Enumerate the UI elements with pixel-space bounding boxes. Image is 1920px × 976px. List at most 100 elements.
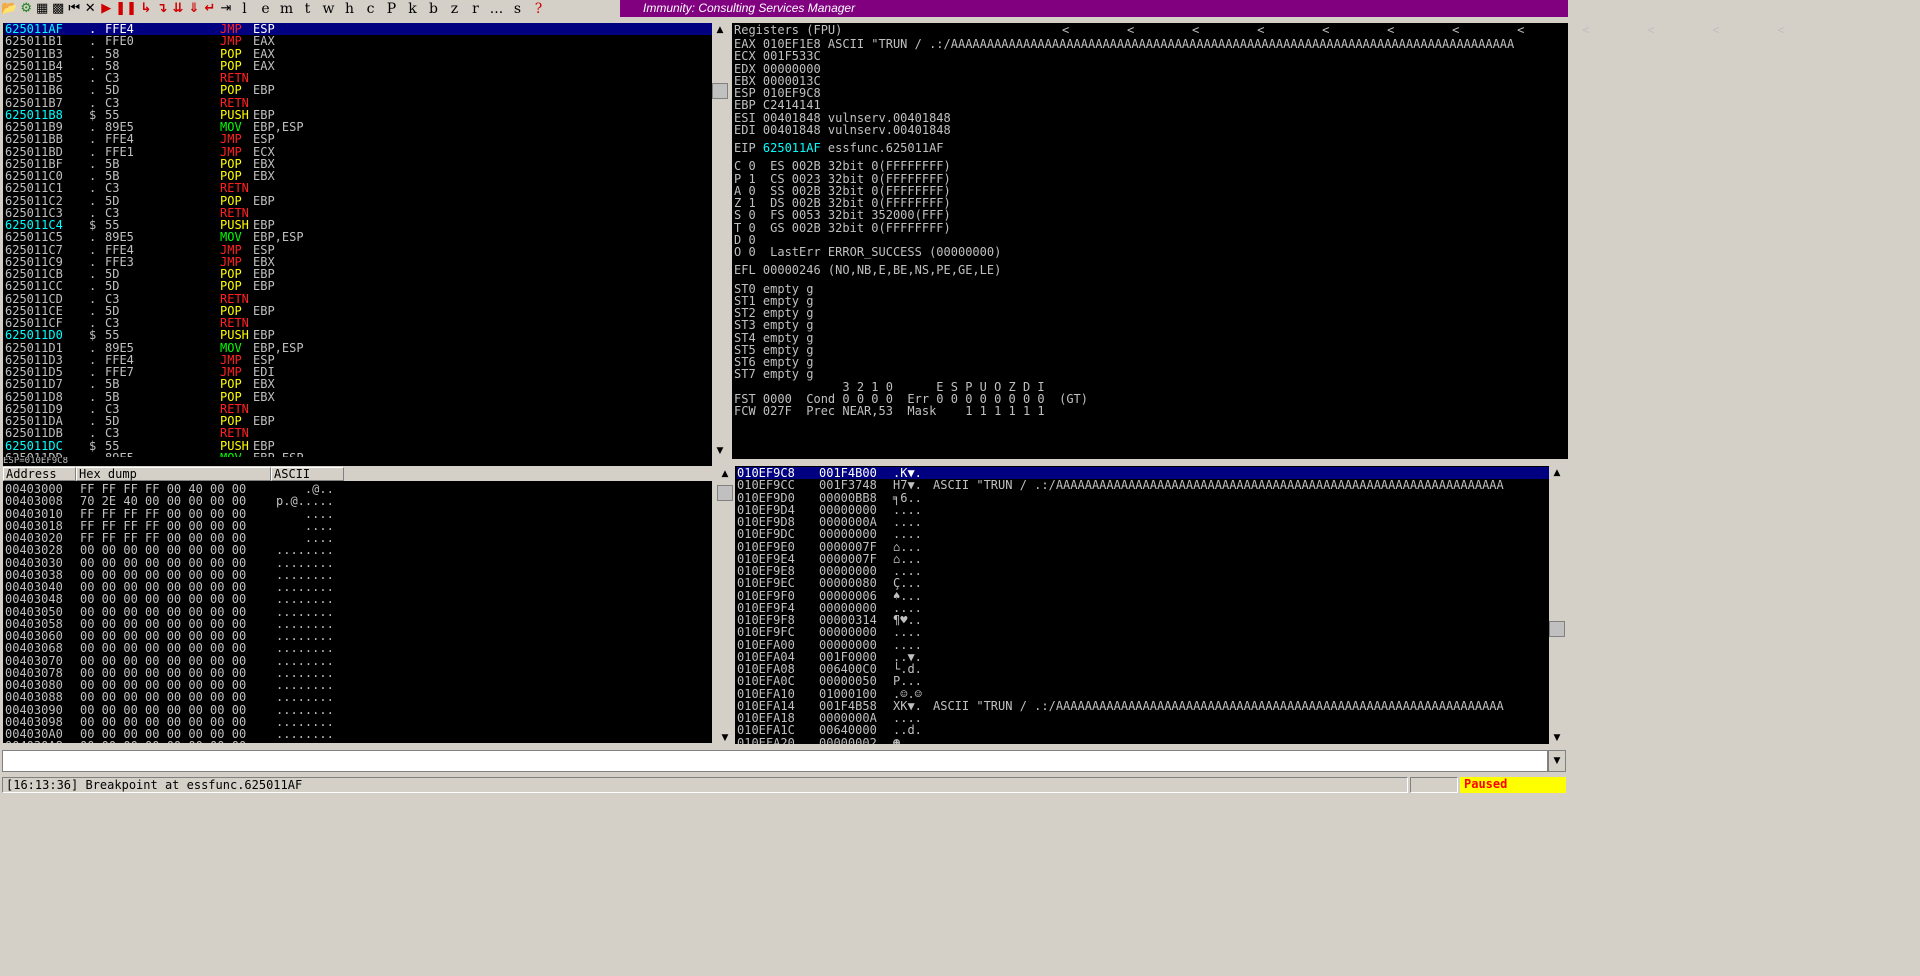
dump-scrollbar[interactable]: ▲ ▼	[717, 467, 733, 745]
toolbar-window-c[interactable]: c	[361, 1, 380, 17]
stack-row[interactable]: 010EF9EC 00000080 Ç...	[737, 577, 1549, 590]
trace-into-icon[interactable]: ⇊	[171, 1, 185, 16]
stack-row[interactable]: 010EF9D0 00000BB8 ╕6..	[737, 491, 1549, 504]
stack-row[interactable]: 010EFA0C 00000050 P...	[737, 675, 1549, 688]
dump-address: 004030A8	[5, 740, 63, 743]
stack-row[interactable]: 010EF9F0 00000006 ♠...	[737, 589, 1549, 602]
disasm-row[interactable]: 625011D1. 89E5 MOV EBP,ESP	[5, 340, 712, 355]
toolbar-window-b[interactable]: b	[424, 1, 443, 17]
disasm-row[interactable]: 625011DB. C3 RETN	[5, 427, 712, 440]
restart-icon[interactable]: ⚙	[19, 1, 33, 16]
register-line: EBP C2414141	[734, 98, 821, 113]
toolbar-window-help[interactable]: ?	[529, 1, 548, 17]
stack-row[interactable]: 010EF9FC 00000000....	[737, 626, 1549, 639]
run-icon[interactable]: ▶	[99, 1, 113, 16]
step-over-icon[interactable]: ↴	[155, 1, 169, 16]
dump-hex: 00 00 00 00 00 00 00 00	[80, 592, 247, 607]
toolbar-window-m[interactable]: m	[277, 1, 296, 17]
memory-icon[interactable]: ▦	[35, 1, 49, 16]
dump-address: 00403068	[5, 641, 63, 656]
scroll-thumb[interactable]	[1549, 621, 1565, 637]
dump-address: 00403048	[5, 592, 63, 607]
flag-segment-line: P 1 CS 0023 32bit 0(FFFFFFFF)	[734, 171, 951, 186]
dump-ascii: ........	[276, 555, 334, 570]
go-to-icon[interactable]: ⇥	[219, 1, 233, 16]
disasm-row[interactable]: 625011CD. C3 RETN	[5, 292, 712, 305]
dump-col-hex[interactable]: Hex dump	[76, 467, 271, 481]
stack-address: 010EFA00	[737, 637, 795, 652]
disasm-row[interactable]: 625011CC. 5D POP EBP	[5, 280, 712, 293]
threads-icon[interactable]: ▩	[51, 1, 65, 16]
disasm-scrollbar[interactable]: ▲ ▼	[712, 23, 728, 458]
disasm-mnemonic: JMP	[220, 132, 242, 147]
scroll-thumb[interactable]	[712, 83, 728, 99]
disasm-row[interactable]: 625011B6. 5D POP EBP	[5, 84, 712, 97]
disasm-row[interactable]: 625011BD. FFE1 JMP ECX	[5, 145, 712, 158]
dump-col-ascii[interactable]: ASCII	[271, 467, 344, 481]
toolbar-window-s[interactable]: s	[508, 1, 527, 17]
disasm-row[interactable]: 625011B7. C3 RETN	[5, 96, 712, 109]
dump-pane[interactable]: 00403000 FF FF FF FF 00 40 00 00 .@.. 0040…	[3, 481, 712, 743]
disasm-row[interactable]: 625011C2. 5D POP EBP	[5, 193, 712, 208]
stack-pane[interactable]: 010EF9C8 001F4B00 .K▼. 010EF9CC 001F3748 H7▼.…	[735, 466, 1549, 744]
scroll-thumb[interactable]	[717, 485, 733, 501]
disasm-row[interactable]: 625011C1. C3 RETN	[5, 182, 712, 195]
disassembly-pane[interactable]: 625011AF. FFE4 JMP ESP 625011B1. FFE0 JMP EAX 62…	[3, 23, 712, 457]
open-icon[interactable]: 📂	[1, 1, 17, 16]
disasm-row[interactable]: 625011B3. 58 POP EAX	[5, 46, 712, 61]
disasm-address: 625011D1	[5, 340, 63, 355]
stack-row[interactable]: 010EFA1C 00640000 ..d.	[737, 724, 1549, 737]
toolbar-window-l[interactable]: l	[235, 1, 254, 17]
disasm-row[interactable]: 625011D8. 5B POP EBX	[5, 390, 712, 403]
stack-row[interactable]: 010EF9E0 0000007F ⌂...	[737, 539, 1549, 554]
scroll-up-icon[interactable]: ▲	[712, 23, 728, 37]
scroll-down-icon[interactable]: ▼	[712, 444, 728, 458]
registers-header[interactable]: Registers (FPU) < < < < < < < < < < < <	[732, 23, 1784, 37]
stack-row[interactable]: 010EFA00 00000000....	[737, 637, 1549, 652]
registers-nav-arrows[interactable]: < < < < < < < < < < < <	[1062, 24, 1784, 37]
toolbar-window-more[interactable]: ...	[487, 1, 506, 17]
command-input[interactable]	[2, 750, 1548, 772]
chevron-down-icon[interactable]: ▼	[1548, 750, 1566, 772]
disasm-row[interactable]: 625011D7. 5B POP EBX	[5, 378, 712, 391]
scroll-up-icon[interactable]: ▲	[1549, 466, 1565, 480]
rewind-icon[interactable]: ⏮	[67, 1, 81, 16]
disasm-row[interactable]: 625011C7. FFE4 JMP ESP	[5, 243, 712, 256]
step-into-icon[interactable]: ↳	[139, 1, 153, 16]
toolbar-window-k[interactable]: k	[403, 1, 422, 17]
toolbar-window-P[interactable]: P	[382, 1, 401, 17]
registers-pane[interactable]: EAX 010EF1E8 ASCII "TRUN / .:/AAAAAAAAAA…	[732, 37, 1568, 459]
execute-till-return-icon[interactable]: ↵	[203, 1, 217, 16]
disasm-row[interactable]: 625011B1. FFE0 JMP EAX	[5, 35, 712, 48]
dump-ascii: ........	[276, 604, 334, 619]
stack-scrollbar[interactable]: ▲ ▼	[1549, 466, 1565, 745]
scroll-down-icon[interactable]: ▼	[1549, 731, 1565, 745]
toolbar-window-h[interactable]: h	[340, 1, 359, 17]
dump-col-address[interactable]: Address	[3, 467, 76, 481]
stack-row[interactable]: 010EFA20 00000002 ☻...	[737, 736, 1549, 744]
dump-ascii: ........	[276, 543, 334, 558]
disasm-row[interactable]: 625011C5. 89E5 MOV EBP,ESP	[5, 231, 712, 244]
toolbar-window-w[interactable]: w	[319, 1, 338, 17]
pause-icon[interactable]: ❚❚	[115, 1, 137, 16]
toolbar-window-r[interactable]: r	[466, 1, 485, 17]
toolbar-window-t[interactable]: t	[298, 1, 317, 17]
disasm-marker: .	[89, 193, 97, 208]
disasm-row[interactable]: 625011BB. FFE4 JMP ESP	[5, 132, 712, 147]
disasm-row[interactable]: 625011DC $55 PUSH EBP	[5, 438, 712, 453]
dump-ascii: ........	[276, 653, 334, 668]
scroll-up-icon[interactable]: ▲	[717, 467, 733, 481]
stack-row[interactable]: 010EF9CC 001F3748 H7▼. ASCII "TRUN / .:/AAA…	[737, 479, 1549, 492]
flag-segment-line: C 0 ES 002B 32bit 0(FFFFFFFF)	[734, 159, 951, 174]
disasm-row[interactable]: 625011D0 $55 PUSH EBP	[5, 329, 712, 342]
toolbar-window-e[interactable]: e	[256, 1, 275, 17]
scroll-down-icon[interactable]: ▼	[717, 731, 733, 745]
toolbar-window-z[interactable]: z	[445, 1, 464, 17]
close-icon[interactable]: ✕	[83, 1, 97, 16]
disasm-marker: $	[89, 438, 97, 453]
stack-row[interactable]: 010EF9DC 00000000....	[737, 528, 1549, 541]
trace-over-icon[interactable]: ⇓	[187, 1, 201, 16]
stack-row[interactable]: 010EFA10 01000100 .☺.☺	[737, 687, 1549, 700]
stack-ascii: ⌂...	[893, 539, 922, 554]
disasm-mnemonic: POP	[220, 46, 242, 61]
